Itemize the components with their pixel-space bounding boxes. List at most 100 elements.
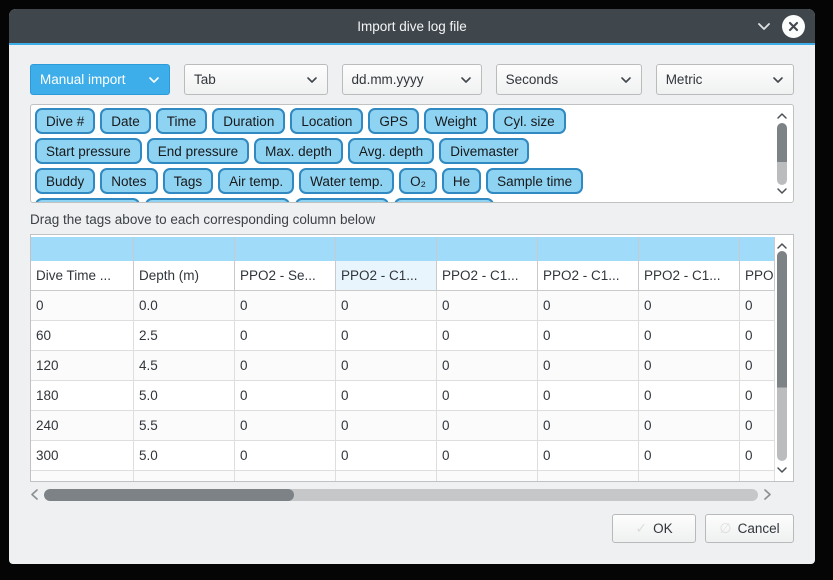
table-cell[interactable]: 0 [639, 321, 740, 351]
table-cell[interactable]: 0 [336, 381, 437, 411]
tag-chip[interactable]: Cyl. size [493, 108, 566, 134]
table-cell[interactable]: 0 [538, 411, 639, 441]
table-cell[interactable]: 0 [437, 381, 538, 411]
import-source-select[interactable]: Manual import [30, 64, 170, 95]
tag-chip[interactable]: Duration [212, 108, 285, 134]
table-cell[interactable]: 5.5 [134, 411, 235, 441]
scrollbar-track[interactable] [44, 489, 758, 501]
table-cell[interactable]: 0 [336, 411, 437, 441]
table-cell[interactable]: 0 [639, 351, 740, 381]
table-cell[interactable]: 0 [538, 441, 639, 471]
close-button[interactable] [782, 15, 805, 38]
column-header[interactable]: PPO2 - C1... [740, 261, 775, 291]
tag-chip[interactable]: Divemaster [439, 138, 529, 164]
tag-chip[interactable]: Sample depth [35, 198, 140, 202]
table-cell[interactable]: 5.0 [134, 441, 235, 471]
table-cell[interactable]: 120 [31, 351, 134, 381]
tag-chip[interactable]: Notes [100, 168, 157, 194]
column-drop-target[interactable] [437, 237, 538, 261]
scrollbar-thumb[interactable] [44, 489, 294, 501]
column-drop-target[interactable] [740, 237, 775, 261]
tag-chip[interactable]: Date [100, 108, 151, 134]
table-cell[interactable]: 0 [437, 291, 538, 321]
tag-chip[interactable]: End pressure [147, 138, 249, 164]
table-cell[interactable]: 0 [740, 291, 775, 321]
column-drop-target[interactable] [538, 237, 639, 261]
tags-vertical-scrollbar[interactable] [774, 107, 790, 200]
table-cell[interactable] [235, 471, 336, 482]
table-cell[interactable] [740, 471, 775, 482]
tag-chip[interactable]: Max. depth [254, 138, 343, 164]
tag-chip[interactable]: Weight [424, 108, 488, 134]
tag-chip[interactable]: Buddy [35, 168, 95, 194]
tag-chip[interactable]: Sample CNS [394, 198, 494, 202]
table-cell[interactable]: 0 [437, 351, 538, 381]
column-drop-target[interactable] [134, 237, 235, 261]
scroll-right-icon[interactable] [763, 488, 772, 501]
column-header[interactable]: Depth (m) [134, 261, 235, 291]
column-header[interactable]: PPO2 - Se... [235, 261, 336, 291]
table-cell[interactable]: 0 [437, 321, 538, 351]
column-header[interactable]: Dive Time ... [31, 261, 134, 291]
table-cell[interactable]: 0 [538, 351, 639, 381]
table-cell[interactable]: 180 [31, 381, 134, 411]
tag-chip[interactable]: Avg. depth [348, 138, 434, 164]
table-cell[interactable] [639, 471, 740, 482]
table-cell[interactable] [336, 471, 437, 482]
table-vertical-scrollbar[interactable] [774, 237, 790, 479]
scroll-down-icon[interactable] [776, 182, 788, 200]
tag-chip[interactable]: Air temp. [218, 168, 294, 194]
table-cell[interactable]: 0 [31, 291, 134, 321]
table-cell[interactable]: 0 [437, 441, 538, 471]
table-cell[interactable]: 2.5 [134, 321, 235, 351]
units-select[interactable]: Metric [656, 64, 794, 95]
table-cell[interactable]: 240 [31, 411, 134, 441]
table-cell[interactable]: 0 [740, 381, 775, 411]
column-drop-target[interactable] [336, 237, 437, 261]
table-cell[interactable]: 0 [639, 291, 740, 321]
table-cell[interactable]: 0 [336, 321, 437, 351]
tag-chip[interactable]: Sample pO₂ [295, 198, 390, 202]
table-cell[interactable]: 0 [235, 411, 336, 441]
table-cell[interactable]: 60 [31, 321, 134, 351]
table-cell[interactable]: 0 [235, 351, 336, 381]
column-drop-target[interactable] [31, 237, 134, 261]
table-cell[interactable]: 0 [740, 441, 775, 471]
tag-chip[interactable]: Start pressure [35, 138, 142, 164]
table-cell[interactable]: 0 [740, 321, 775, 351]
table-cell[interactable]: 0 [639, 411, 740, 441]
table-cell[interactable]: 0.0 [134, 291, 235, 321]
titlebar[interactable]: Import dive log file [9, 9, 815, 45]
titlebar-chevron-down-icon[interactable] [756, 21, 772, 31]
table-cell[interactable]: 0 [538, 321, 639, 351]
table-cell[interactable]: 0 [639, 381, 740, 411]
tag-chip[interactable]: Water temp. [299, 168, 394, 194]
table-horizontal-scrollbar[interactable] [30, 486, 794, 503]
table-cell[interactable]: 0 [538, 291, 639, 321]
table-cell[interactable] [437, 471, 538, 482]
column-header[interactable]: PPO2 - C1... [336, 261, 437, 291]
table-cell[interactable]: 0 [336, 291, 437, 321]
scroll-down-icon[interactable] [776, 461, 788, 479]
date-format-select[interactable]: dd.mm.yyyy [342, 64, 482, 95]
tag-chip[interactable]: Sample temperature [145, 198, 289, 202]
table-cell[interactable]: 0 [235, 291, 336, 321]
tag-chip[interactable]: He [442, 168, 481, 194]
tag-chip[interactable]: GPS [368, 108, 419, 134]
tag-chip[interactable]: Time [156, 108, 208, 134]
table-cell[interactable]: 4.5 [134, 351, 235, 381]
table-cell[interactable]: 0 [538, 381, 639, 411]
table-cell[interactable]: 0 [639, 441, 740, 471]
duration-format-select[interactable]: Seconds [496, 64, 642, 95]
table-cell[interactable]: 0 [740, 351, 775, 381]
tag-chip[interactable]: Location [290, 108, 363, 134]
scroll-left-icon[interactable] [30, 488, 39, 501]
table-cell[interactable] [538, 471, 639, 482]
tag-chip[interactable]: Sample time [486, 168, 583, 194]
tag-chip[interactable]: O₂ [399, 168, 437, 194]
column-header[interactable]: PPO2 - C1... [538, 261, 639, 291]
table-cell[interactable]: 0 [437, 411, 538, 441]
column-drop-target[interactable] [235, 237, 336, 261]
scrollbar-thumb[interactable] [777, 123, 787, 185]
column-drop-target[interactable] [639, 237, 740, 261]
